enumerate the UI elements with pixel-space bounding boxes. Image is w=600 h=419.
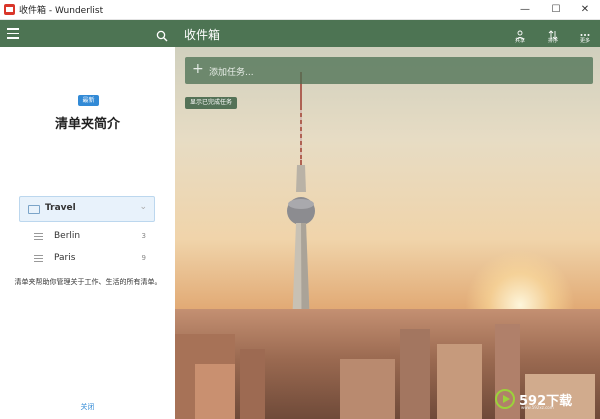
show-completed-button[interactable]: 显示已完成任务 [185, 97, 238, 109]
sort-icon [548, 25, 558, 40]
more-label: 更多 [579, 38, 590, 44]
more-dots-icon [580, 25, 590, 36]
folder-icon [28, 205, 40, 214]
share-user-icon [515, 25, 525, 41]
watermark-url: www.592xz.com [521, 405, 554, 410]
folder-description: 清单夹帮助你管理关于工作、生活的所有清单。 [14, 278, 162, 286]
new-badge: 最新 [78, 95, 99, 106]
wunderlist-app-icon [4, 4, 15, 15]
maximize-button[interactable]: ☐ [541, 0, 571, 19]
folder-label: Travel [45, 203, 76, 213]
search-icon[interactable] [156, 27, 168, 42]
list-item-berlin[interactable]: Berlin 3 [20, 229, 154, 245]
inbox-title: 收件箱 [184, 28, 221, 42]
sidebar-header [0, 20, 175, 47]
list-count: 9 [141, 254, 146, 262]
list-item-paris[interactable]: Paris 9 [20, 251, 154, 267]
hamburger-menu-icon[interactable] [7, 28, 19, 39]
watermark-logo: 592下载 www.592xz.com [495, 387, 595, 411]
close-intro-button[interactable]: 关闭 [0, 402, 175, 412]
play-logo-icon [495, 389, 515, 409]
folder-travel[interactable]: Travel ⌄ [19, 196, 155, 222]
sort-button[interactable]: 排序 [540, 23, 566, 45]
add-task-input[interactable]: + 添加任务... [185, 57, 593, 84]
list-icon [34, 233, 43, 240]
share-label: 共享 [514, 38, 525, 44]
share-button[interactable]: 共享 [507, 23, 533, 45]
chevron-down-icon[interactable]: ⌄ [139, 202, 147, 212]
plus-icon: + [192, 61, 204, 77]
close-window-button[interactable]: ✕ [570, 0, 600, 19]
add-task-placeholder: 添加任务... [209, 68, 254, 78]
list-label: Paris [54, 253, 76, 263]
sort-label: 排序 [547, 38, 558, 44]
list-label: Berlin [54, 231, 81, 241]
main-header: 收件箱 共享 排序 更多 [175, 20, 600, 47]
folder-intro-title: 清单夹简介 [54, 117, 120, 132]
main-panel: 收件箱 共享 排序 更多 + 添加任务... 显示已完成任务 [175, 20, 600, 419]
list-count: 3 [141, 232, 146, 240]
list-icon [34, 255, 43, 262]
window-title-bar: 收件箱 - Wunderlist — ☐ ✕ [0, 0, 600, 20]
window-title: 收件箱 - Wunderlist [19, 6, 104, 16]
minimize-button[interactable]: — [510, 0, 540, 19]
more-button[interactable]: 更多 [572, 23, 598, 45]
